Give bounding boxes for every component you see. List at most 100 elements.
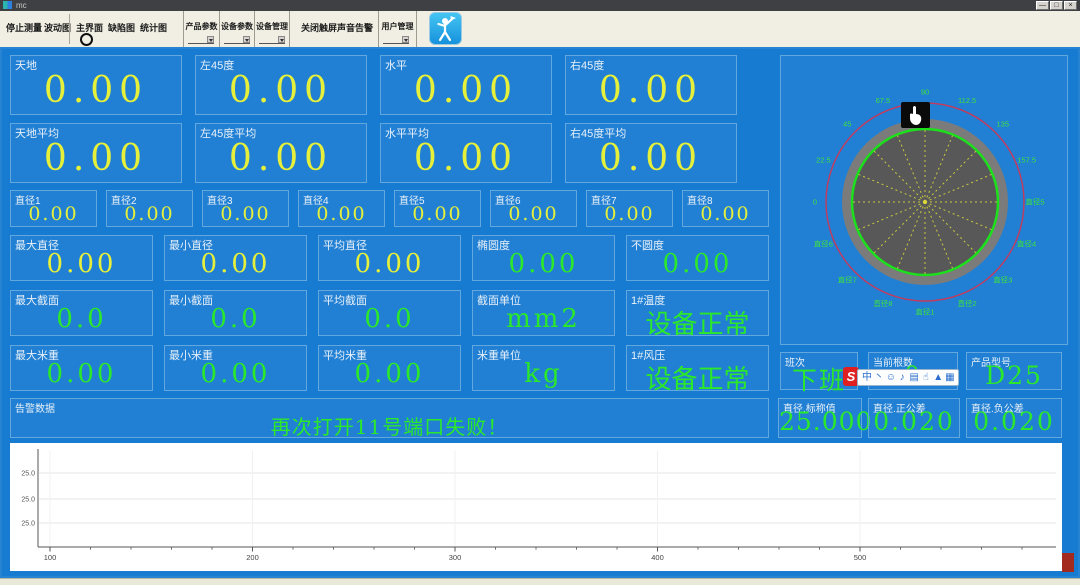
- status-value: 设备正常: [627, 304, 768, 341]
- chinese-mode-icon[interactable]: 中: [862, 370, 871, 385]
- gauge-label: 157.5: [1017, 155, 1036, 164]
- keyboard-icon[interactable]: ▤: [910, 370, 919, 385]
- close-button[interactable]: ×: [1064, 1, 1077, 10]
- diameter-panel-8: 直径8 0.00: [682, 190, 769, 227]
- gauge-label: 90: [921, 88, 929, 97]
- device-param-dropdown[interactable]: [224, 36, 250, 44]
- person-running-icon[interactable]: [429, 12, 462, 45]
- gauge-label: 135: [997, 120, 1010, 129]
- gauge-label: 直径8: [873, 298, 892, 308]
- gauge-label: 22.5: [816, 155, 831, 164]
- device-param-button[interactable]: 设备参数: [220, 21, 254, 32]
- device-manage-dropdown[interactable]: [259, 36, 285, 44]
- panel-value: 0.0: [11, 304, 152, 334]
- chevron-down-icon: [402, 36, 409, 43]
- titlebar: mc — □ ×: [0, 0, 1080, 11]
- x-tick-label: 100: [44, 553, 57, 562]
- status-value: 设备正常: [627, 359, 768, 396]
- taskbar-artifact: [1062, 553, 1074, 572]
- gauge-label: 67.5: [876, 96, 891, 105]
- gauge-label: 直径2: [958, 298, 977, 308]
- panel-value: kg: [473, 359, 614, 389]
- gauge-label: 直径1: [915, 307, 934, 317]
- stat-panel-air-pressure-status: 1#风压 设备正常: [626, 345, 769, 391]
- stat-panel-min-section: 最小截面 0.0: [164, 290, 307, 336]
- product-model-panel: 产品型号 D25: [966, 352, 1062, 390]
- product-param-button[interactable]: 产品参数: [184, 21, 219, 32]
- toolbar-separator: [69, 14, 70, 44]
- panel-value: 0.00: [319, 249, 460, 279]
- measure-panel-right45: 右45度 0.00: [565, 55, 737, 115]
- stat-panel-max-section: 最大截面 0.0: [10, 290, 153, 336]
- emoji-icon[interactable]: ☺: [886, 370, 895, 385]
- panel-value: 0.00: [11, 249, 152, 279]
- gauge-center-dot: [923, 200, 927, 204]
- panel-value: 0.00: [395, 203, 480, 225]
- diameter-panel-2: 直径2 0.00: [106, 190, 193, 227]
- stat-chart-button[interactable]: 统计图: [140, 21, 167, 34]
- panel-value: 0.00: [566, 138, 736, 179]
- panel-value: 0.00: [566, 70, 736, 111]
- stat-panel-avg-meter-weight: 平均米重 0.00: [318, 345, 461, 391]
- measure-panel-horizontal-avg: 水平平均 0.00: [380, 123, 552, 183]
- stat-panel-min-meter-weight: 最小米重 0.00: [164, 345, 307, 391]
- user-manage-group: 用户管理: [378, 11, 417, 47]
- panel-value: 0.0: [165, 304, 306, 334]
- touch-screen-button[interactable]: 关闭触屏: [301, 21, 337, 34]
- panel-value: 0.00: [165, 249, 306, 279]
- user-manage-button[interactable]: 用户管理: [379, 21, 416, 32]
- voice-input-icon[interactable]: ♪: [898, 370, 907, 385]
- defect-chart-button[interactable]: 缺陷图: [108, 21, 135, 34]
- panel-value: 0.00: [299, 203, 384, 225]
- plus-tolerance-value: 0.020: [869, 407, 959, 436]
- main-screen-button[interactable]: 主界面: [76, 21, 103, 34]
- trend-chart: 25.025.025.0100200300400500: [10, 443, 1062, 571]
- stat-panel-weight-unit: 米重单位 kg: [472, 345, 615, 391]
- minus-tolerance-value: 0.020: [967, 407, 1061, 436]
- stat-panel-section-unit: 截面单位 mm2: [472, 290, 615, 336]
- minus-tolerance-panel: 直径.负公差 0.020: [966, 398, 1062, 438]
- handwriting-icon[interactable]: ☝: [921, 370, 930, 385]
- gauge-label: 直径3: [993, 274, 1012, 284]
- stat-panel-avg-section: 平均截面 0.0: [318, 290, 461, 336]
- y-tick-label: 25.0: [21, 471, 35, 478]
- panel-value: 0.00: [196, 70, 366, 111]
- ime-bar: 中 丶 ☺ ♪ ▤ ☝ ▲ ▦: [857, 369, 959, 386]
- stat-panel-out-of-round: 不圆度 0.00: [626, 235, 769, 281]
- stop-measure-button[interactable]: 停止测量: [6, 21, 42, 34]
- panel-value: 0.00: [196, 138, 366, 179]
- model-value: D25: [967, 361, 1061, 390]
- minimize-button[interactable]: —: [1036, 1, 1049, 10]
- maximize-button[interactable]: □: [1050, 1, 1063, 10]
- punctuation-icon[interactable]: 丶: [874, 370, 883, 385]
- cross-section-gauge-panel: 022.54567.590112.5135157.5直径5直径4直径3直径2直径…: [780, 55, 1068, 345]
- diameter-panel-1: 直径1 0.00: [10, 190, 97, 227]
- gauge-label: 0: [813, 198, 817, 207]
- x-tick-label: 400: [651, 553, 664, 562]
- hand-cursor-icon: [901, 102, 930, 128]
- stat-panel-max-meter-weight: 最大米重 0.00: [10, 345, 153, 391]
- product-param-dropdown[interactable]: [188, 36, 214, 44]
- product-param-group: 产品参数: [183, 11, 220, 47]
- stat-panel-max-diameter: 最大直径 0.00: [10, 235, 153, 281]
- panel-value: 0.00: [473, 249, 614, 279]
- sound-alarm-button[interactable]: 声音告警: [337, 21, 373, 34]
- diameter-panel-7: 直径7 0.00: [586, 190, 673, 227]
- toolbar: 停止测量 波动图 主界面 缺陷图 统计图 产品参数 设备参数 设备管理 关闭触屏…: [0, 11, 1080, 48]
- toolbox-icon[interactable]: ▦: [945, 370, 954, 385]
- app-icon: [3, 1, 12, 9]
- panel-value: mm2: [473, 304, 614, 334]
- diameter-panel-3: 直径3 0.00: [202, 190, 289, 227]
- panel-value: 0.00: [11, 203, 96, 225]
- skin-icon[interactable]: ▲: [933, 370, 942, 385]
- panel-value: 0.00: [683, 203, 768, 225]
- device-manage-button[interactable]: 设备管理: [255, 21, 289, 32]
- alarm-panel: 告警数据 再次打开11号端口失败！: [10, 398, 769, 438]
- plus-tolerance-panel: 直径.正公差 0.020: [868, 398, 960, 438]
- chart-background: [10, 443, 1062, 571]
- wave-chart-button[interactable]: 波动图: [44, 21, 71, 34]
- x-tick-label: 300: [449, 553, 462, 562]
- user-manage-dropdown[interactable]: [383, 36, 409, 44]
- stat-panel-temperature-status: 1#温度 设备正常: [626, 290, 769, 336]
- diameter-panel-5: 直径5 0.00: [394, 190, 481, 227]
